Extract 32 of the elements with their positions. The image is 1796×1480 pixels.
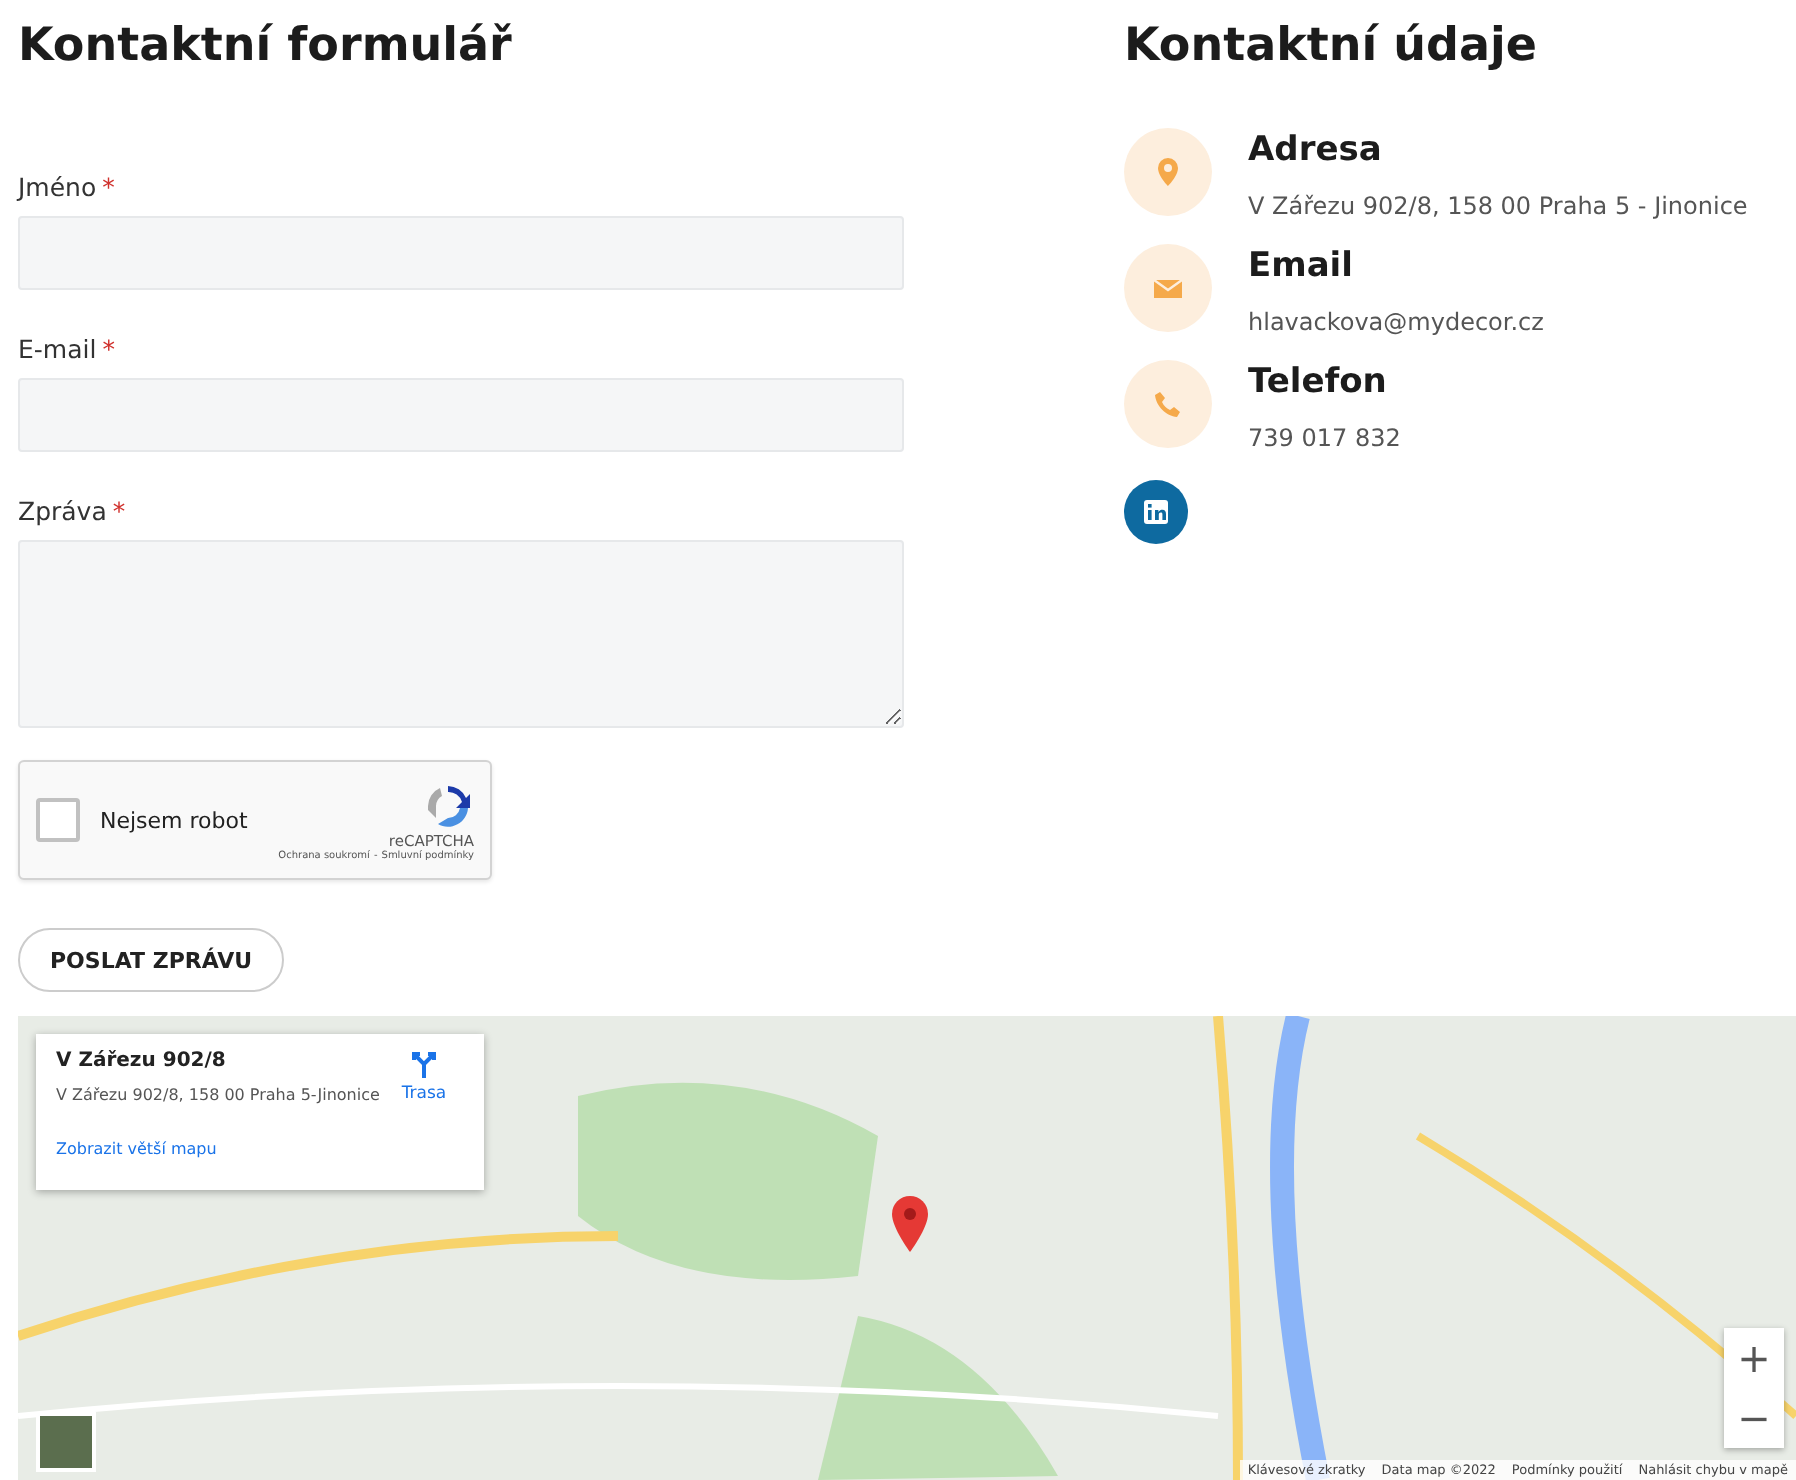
contact-value: V Zářezu 902/8, 158 00 Praha 5 - Jinonice [1248, 192, 1748, 220]
form-title: Kontaktní formulář [18, 18, 514, 76]
zoom-in-button[interactable]: + [1724, 1328, 1784, 1388]
message-field[interactable] [18, 540, 904, 728]
fork-arrow-icon [410, 1050, 438, 1078]
field-label: Jméno [18, 172, 97, 202]
field-label: E-mail [18, 334, 97, 364]
satellite-toggle[interactable] [36, 1412, 96, 1472]
place-title: V Zářezu 902/8 [56, 1050, 228, 1072]
required-mark: * [102, 172, 115, 202]
phone-icon [1152, 388, 1184, 420]
larger-map-link[interactable]: Zobrazit větší mapu [56, 1139, 384, 1174]
contact-title: Kontaktní údaje [1124, 18, 1540, 76]
place-address: V Zářezu 902/8, 158 00 Praha 5-Jinonice [56, 1084, 382, 1106]
map-pin-icon[interactable] [890, 1196, 930, 1252]
contact-heading: Telefon [1248, 360, 1389, 404]
contact-heading: Email [1248, 244, 1355, 288]
input-field[interactable] [18, 216, 904, 290]
captcha-label: Nejsem robot [100, 807, 250, 833]
captcha-checkbox[interactable] [36, 798, 80, 842]
submit-button[interactable]: POSLAT ZPRÁVU [18, 928, 285, 992]
field-label: Zpráva [18, 496, 107, 526]
required-mark: * [112, 496, 126, 526]
location-pin-icon [1152, 156, 1184, 188]
input-field[interactable] [18, 378, 904, 452]
contact-value: hlavackova@mydecor.cz [1248, 308, 1544, 336]
directions-link[interactable]: Trasa [384, 1050, 464, 1174]
required-mark: * [102, 334, 115, 364]
contact-value: 739 017 832 [1248, 424, 1401, 452]
zoom-out-button[interactable]: − [1724, 1388, 1784, 1448]
contact-heading: Adresa [1248, 128, 1384, 172]
linkedin-icon[interactable] [1124, 480, 1188, 544]
